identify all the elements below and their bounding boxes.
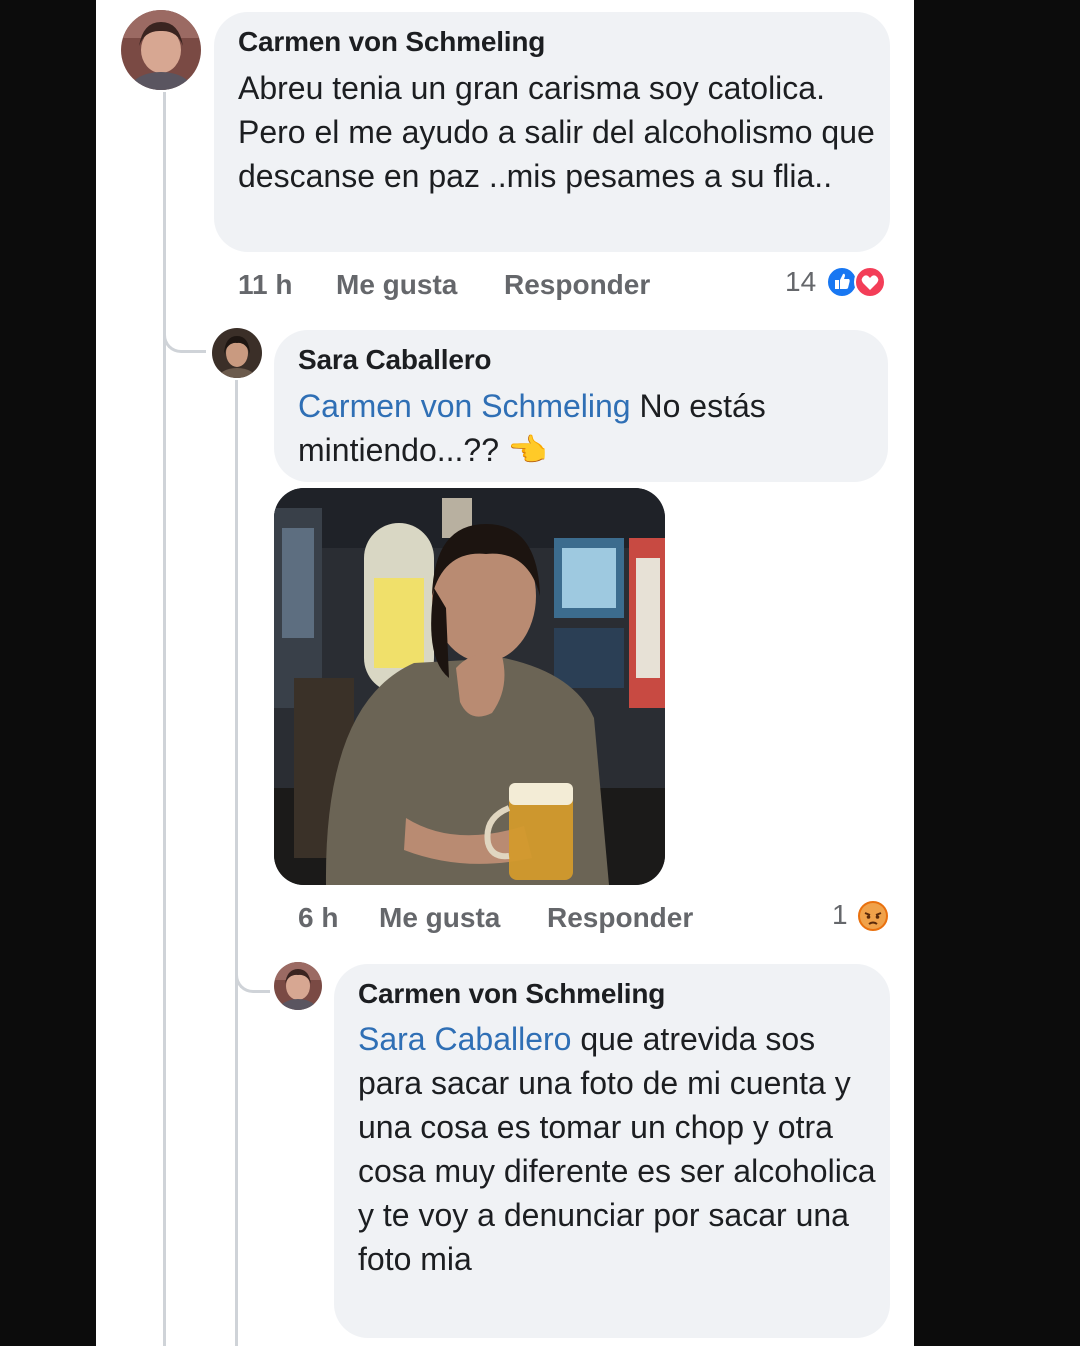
- pointing-hand-emoji: 👈: [507, 432, 548, 468]
- thread-line: [163, 92, 166, 1346]
- reaction-count[interactable]: 14: [785, 266, 816, 298]
- avatar[interactable]: [274, 962, 322, 1010]
- avatar[interactable]: [212, 328, 262, 378]
- comment-author[interactable]: Sara Caballero: [298, 344, 491, 376]
- comment-text: Carmen von Schmeling No estás mintiendo.…: [298, 384, 878, 472]
- thread-elbow: [235, 940, 270, 993]
- attached-photo[interactable]: [274, 488, 665, 885]
- comment-author[interactable]: Carmen von Schmeling: [238, 26, 545, 58]
- mention-link[interactable]: Sara Caballero: [358, 1021, 571, 1057]
- thread-elbow: [163, 300, 206, 353]
- thread-line: [235, 380, 238, 1346]
- comment-text: Abreu tenia un gran carisma soy catolica…: [238, 70, 875, 194]
- comments-panel: Carmen von Schmeling Abreu tenia un gran…: [96, 0, 914, 1346]
- reaction-count[interactable]: 1: [832, 899, 848, 931]
- reply-button[interactable]: Responder: [504, 269, 650, 301]
- avatar[interactable]: [121, 10, 201, 90]
- comment-timestamp[interactable]: 11 h: [238, 269, 292, 301]
- comment-author[interactable]: Carmen von Schmeling: [358, 978, 665, 1010]
- love-icon: [854, 266, 886, 298]
- like-button[interactable]: Me gusta: [336, 269, 457, 301]
- comment-text: Sara Caballero que atrevida sos para sac…: [358, 1017, 878, 1281]
- angry-icon: [856, 899, 890, 933]
- mention-link[interactable]: Carmen von Schmeling: [298, 388, 631, 424]
- comment-timestamp[interactable]: 6 h: [298, 902, 338, 934]
- like-button[interactable]: Me gusta: [379, 902, 500, 934]
- comment-body: que atrevida sos para sacar una foto de …: [358, 1021, 876, 1277]
- reply-button[interactable]: Responder: [547, 902, 693, 934]
